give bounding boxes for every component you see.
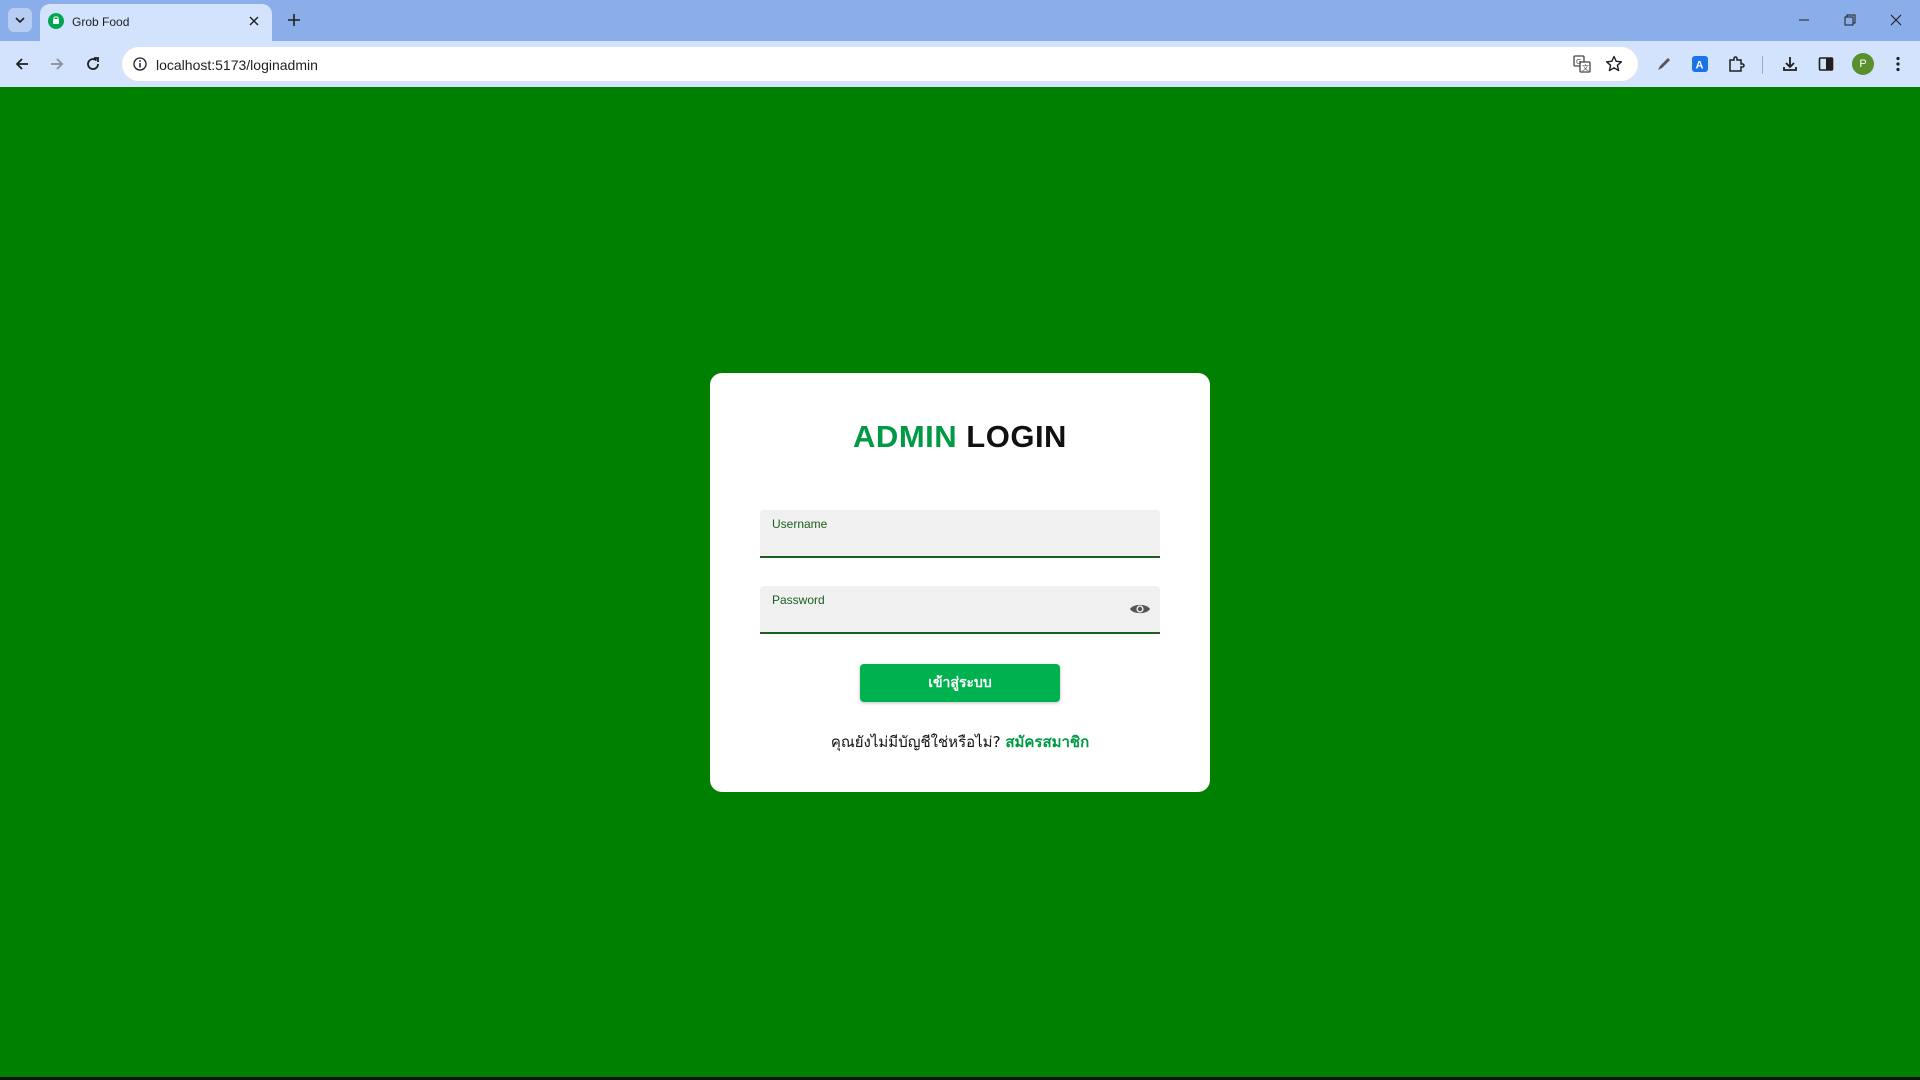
title-accent: ADMIN (853, 419, 958, 454)
page-title: ADMIN LOGIN (710, 419, 1210, 455)
info-icon[interactable] (130, 54, 150, 74)
extension-a-icon[interactable]: A (1688, 52, 1712, 76)
signup-link[interactable]: สมัครสมาชิก (1005, 733, 1089, 751)
login-button[interactable]: เข้าสู่ระบบ (860, 664, 1060, 702)
tab-title: Grob Food (72, 15, 130, 29)
signup-prompt: คุณยังไม่มีบัญชีใช่หรือไม่? (830, 733, 1001, 751)
favicon-icon (48, 13, 64, 29)
restore-icon[interactable] (1830, 4, 1870, 36)
toolbar-divider (1762, 56, 1763, 74)
browser-toolbar: localhost:5173/loginadmin G文 A P (0, 41, 1920, 87)
password-label: Password (772, 593, 825, 607)
title-rest: LOGIN (966, 419, 1067, 454)
window-close-icon[interactable] (1876, 4, 1916, 36)
eye-icon[interactable] (1128, 599, 1152, 619)
username-input[interactable] (772, 532, 1132, 552)
reload-icon[interactable] (79, 50, 107, 78)
address-bar[interactable]: localhost:5173/loginadmin G文 (122, 47, 1638, 81)
minimize-icon[interactable] (1784, 4, 1824, 36)
sidepanel-icon[interactable] (1814, 52, 1838, 76)
close-icon[interactable] (244, 11, 264, 31)
back-arrow-icon[interactable] (8, 50, 36, 78)
tab-search-icon[interactable] (8, 8, 32, 32)
plus-icon[interactable] (282, 8, 306, 32)
browser-tab[interactable]: Grob Food (40, 4, 272, 41)
download-icon[interactable] (1778, 52, 1802, 76)
puzzle-icon[interactable] (1724, 52, 1748, 76)
url-text: localhost:5173/loginadmin (156, 57, 318, 73)
signup-prompt-line: คุณยังไม่มีบัญชีใช่หรือไม่? สมัครสมาชิก (710, 730, 1210, 754)
svg-text:文: 文 (1582, 63, 1589, 72)
username-label: Username (772, 517, 828, 531)
password-input[interactable] (772, 608, 1132, 628)
tab-strip: Grob Food (0, 0, 1920, 41)
kebab-menu-icon[interactable] (1886, 52, 1910, 76)
svg-text:G: G (1576, 58, 1581, 66)
page-background: ADMIN LOGIN Username Password เข้าสู่ระบ… (0, 87, 1920, 1077)
translate-icon[interactable]: G文 (1572, 54, 1592, 74)
svg-text:A: A (1696, 60, 1704, 72)
login-card: ADMIN LOGIN Username Password เข้าสู่ระบ… (710, 373, 1210, 792)
password-field[interactable]: Password (760, 586, 1160, 634)
username-field[interactable]: Username (760, 510, 1160, 558)
pen-icon[interactable] (1652, 52, 1676, 76)
forward-arrow-icon[interactable] (43, 50, 71, 78)
avatar[interactable]: P (1852, 53, 1874, 75)
star-icon[interactable] (1604, 54, 1624, 74)
